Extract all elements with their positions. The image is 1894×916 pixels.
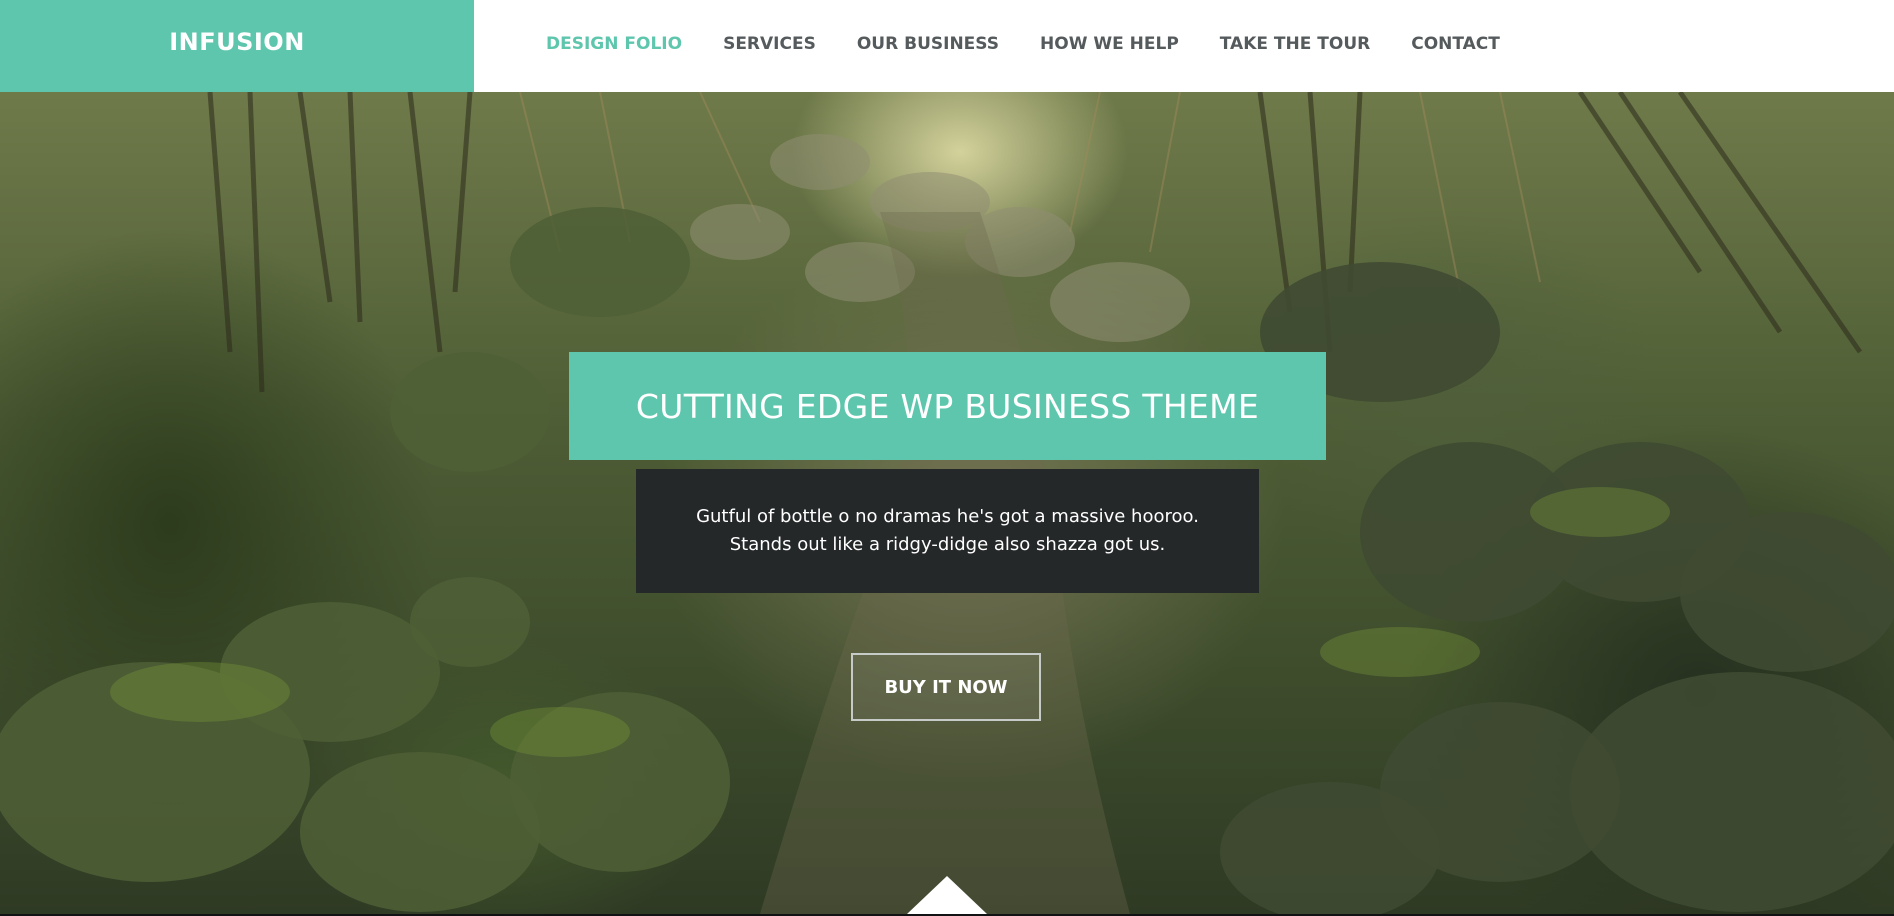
hero-description-line-1: Gutful of bottle o no dramas he's got a … [696, 506, 1199, 527]
triangle-up-icon[interactable] [907, 876, 987, 914]
page: INFUSION DESIGN FOLIO SERVICES OUR BUSIN… [0, 0, 1894, 916]
logo-text: INFUSION [169, 28, 305, 56]
site-header: INFUSION DESIGN FOLIO SERVICES OUR BUSIN… [0, 0, 1894, 92]
hero-section: CUTTING EDGE WP BUSINESS THEME Gutful of… [0, 92, 1894, 914]
headline-banner: CUTTING EDGE WP BUSINESS THEME [569, 352, 1326, 460]
nav-item-contact[interactable]: CONTACT [1411, 34, 1500, 54]
logo[interactable]: INFUSION [0, 0, 474, 92]
nav-item-our-business[interactable]: OUR BUSINESS [857, 34, 999, 54]
nav-item-take-the-tour[interactable]: TAKE THE TOUR [1220, 34, 1370, 54]
main-nav: DESIGN FOLIO SERVICES OUR BUSINESS HOW W… [546, 0, 1541, 92]
buy-it-now-button[interactable]: BUY IT NOW [851, 653, 1041, 721]
hero-description-panel: Gutful of bottle o no dramas he's got a … [636, 469, 1259, 593]
hero-description-line-2: Stands out like a ridgy-didge also shazz… [729, 534, 1166, 555]
nav-item-how-we-help[interactable]: HOW WE HELP [1040, 34, 1179, 54]
hero-headline: CUTTING EDGE WP BUSINESS THEME [635, 386, 1260, 426]
nav-item-services[interactable]: SERVICES [723, 34, 816, 54]
nav-item-design-folio[interactable]: DESIGN FOLIO [546, 34, 682, 54]
